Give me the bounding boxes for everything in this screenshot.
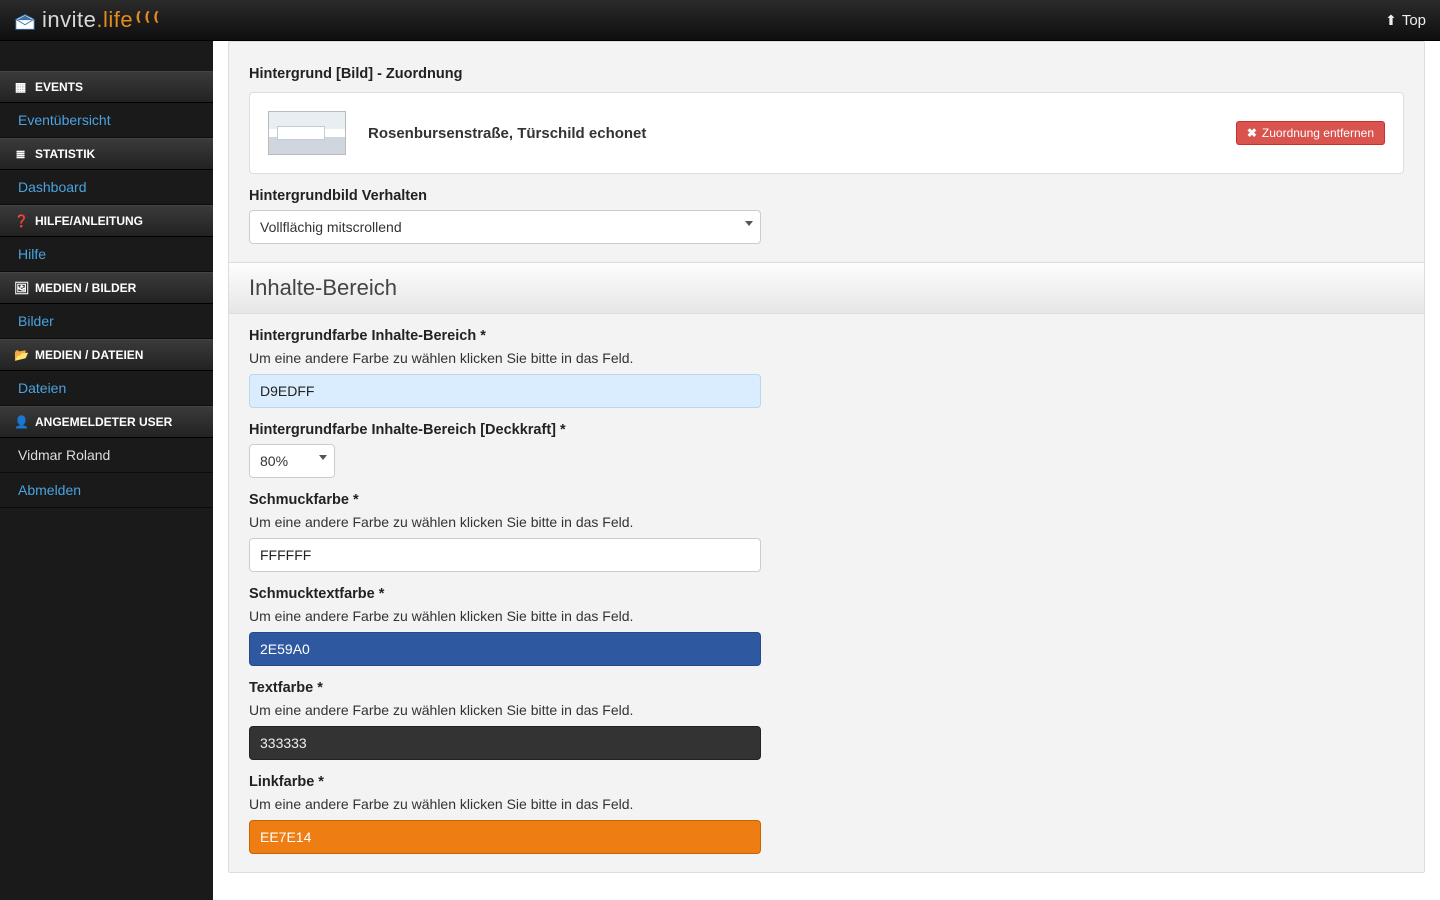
accent-text-help: Um eine andere Farbe zu wählen klicken S…: [249, 608, 1404, 624]
sidebar: ▦ EVENTS Eventübersicht ≣ STATISTIK Dash…: [0, 41, 213, 900]
text-color-label: Textfarbe *: [249, 680, 1404, 696]
sidebar-group-label: ANGEMELDETER USER: [35, 415, 172, 429]
sidebar-item-files[interactable]: Dateien: [0, 371, 213, 406]
user-icon: 👤: [14, 415, 27, 429]
grid-icon: ▦: [14, 80, 27, 94]
accent-help: Um eine andere Farbe zu wählen klicken S…: [249, 514, 1404, 530]
top-link-label: Top: [1402, 12, 1426, 29]
sidebar-user-name: Vidmar Roland: [0, 438, 213, 473]
accent-input[interactable]: [249, 538, 761, 572]
image-icon: 🖼: [14, 281, 27, 295]
sidebar-group-media-images: 🖼 MEDIEN / BILDER: [0, 272, 213, 304]
brand-text-1: invite: [42, 7, 96, 32]
top-link[interactable]: ⬆ Top: [1385, 12, 1426, 29]
bars-icon: ≣: [14, 147, 27, 161]
content-bg-opacity-label: Hintergrundfarbe Inhalte-Bereich [Deckkr…: [249, 422, 1404, 438]
arrow-up-icon: ⬆: [1385, 12, 1397, 29]
content-bg-opacity-select[interactable]: 80%: [249, 444, 335, 478]
scroll-area[interactable]: Hintergrund [Bild] - Zuordnung Rosenburs…: [213, 41, 1440, 900]
accent-text-input[interactable]: [249, 632, 761, 666]
link-color-input[interactable]: [249, 820, 761, 854]
link-color-label: Linkfarbe *: [249, 774, 1404, 790]
sidebar-group-user: 👤 ANGEMELDETER USER: [0, 406, 213, 438]
content-bg-input[interactable]: [249, 374, 761, 408]
brand-logo[interactable]: invite.life❪❪❪: [14, 7, 160, 33]
remove-assignment-button[interactable]: ✖ Zuordnung entfernen: [1236, 121, 1385, 145]
folder-icon: 📂: [14, 348, 27, 362]
section-title: Inhalte-Bereich: [229, 262, 1424, 314]
bg-thumbnail: [268, 111, 346, 155]
sidebar-group-media-files: 📂 MEDIEN / DATEIEN: [0, 339, 213, 371]
sidebar-item-event-overview[interactable]: Eventübersicht: [0, 103, 213, 138]
close-icon: ✖: [1247, 126, 1257, 140]
link-color-help: Um eine andere Farbe zu wählen klicken S…: [249, 796, 1404, 812]
text-color-input[interactable]: [249, 726, 761, 760]
sidebar-group-label: STATISTIK: [35, 147, 95, 161]
accent-text-label: Schmucktextfarbe *: [249, 586, 1404, 602]
bg-item-title: Rosenbursenstraße, Türschild echonet: [368, 125, 1214, 142]
remove-assignment-label: Zuordnung entfernen: [1262, 126, 1374, 140]
sidebar-item-help[interactable]: Hilfe: [0, 237, 213, 272]
bg-assignment-box: Rosenbursenstraße, Türschild echonet ✖ Z…: [249, 92, 1404, 174]
sidebar-group-label: MEDIEN / DATEIEN: [35, 348, 143, 362]
sidebar-group-label: HILFE/ANLEITUNG: [35, 214, 143, 228]
text-color-help: Um eine andere Farbe zu wählen klicken S…: [249, 702, 1404, 718]
bg-behavior-select[interactable]: Vollflächig mitscrollend: [249, 210, 761, 244]
sidebar-group-label: MEDIEN / BILDER: [35, 281, 136, 295]
content-bg-label: Hintergrundfarbe Inhalte-Bereich *: [249, 328, 1404, 344]
brand-waves-icon: ❪❪❪: [133, 9, 160, 24]
question-icon: ❓: [14, 214, 27, 228]
content-bg-help: Um eine andere Farbe zu wählen klicken S…: [249, 350, 1404, 366]
sidebar-item-logout[interactable]: Abmelden: [0, 473, 213, 508]
top-bar: invite.life❪❪❪ ⬆ Top: [0, 0, 1440, 41]
accent-label: Schmuckfarbe *: [249, 492, 1404, 508]
sidebar-group-help: ❓ HILFE/ANLEITUNG: [0, 205, 213, 237]
sidebar-group-label: EVENTS: [35, 80, 83, 94]
sidebar-group-statistik: ≣ STATISTIK: [0, 138, 213, 170]
bg-assignment-label: Hintergrund [Bild] - Zuordnung: [249, 66, 1404, 82]
envelope-icon: [14, 12, 36, 28]
sidebar-item-dashboard[interactable]: Dashboard: [0, 170, 213, 205]
main-content: Hintergrund [Bild] - Zuordnung Rosenburs…: [213, 41, 1440, 900]
sidebar-item-images[interactable]: Bilder: [0, 304, 213, 339]
bg-behavior-label: Hintergrundbild Verhalten: [249, 188, 1404, 204]
sidebar-group-events: ▦ EVENTS: [0, 71, 213, 103]
brand-text-2: .life: [96, 7, 133, 32]
